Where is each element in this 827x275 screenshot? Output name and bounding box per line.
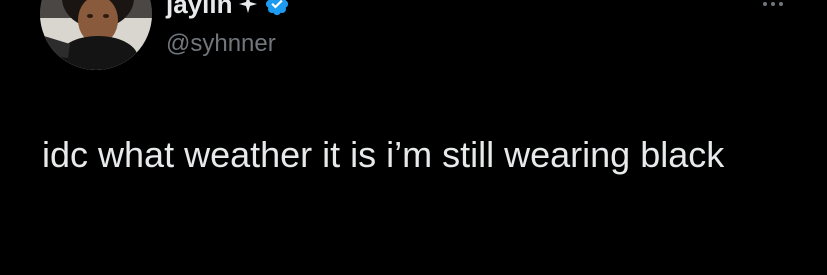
avatar-image: [40, 0, 152, 70]
more-options-icon: [763, 2, 767, 6]
author-name-row: jaylin: [166, 0, 290, 20]
sparkle-icon: [238, 0, 258, 14]
display-name[interactable]: jaylin: [166, 0, 232, 20]
tweet-card[interactable]: jaylin @syhnner idc what weather it is i…: [0, 0, 827, 275]
more-options-button[interactable]: [763, 0, 783, 14]
more-options-icon: [771, 2, 775, 6]
author-handle[interactable]: @syhnner: [166, 28, 276, 60]
more-options-icon: [779, 2, 783, 6]
verified-badge-icon[interactable]: [264, 0, 290, 17]
tweet-text: idc what weather it is i’m still wearing…: [42, 134, 725, 175]
avatar[interactable]: [40, 0, 152, 70]
